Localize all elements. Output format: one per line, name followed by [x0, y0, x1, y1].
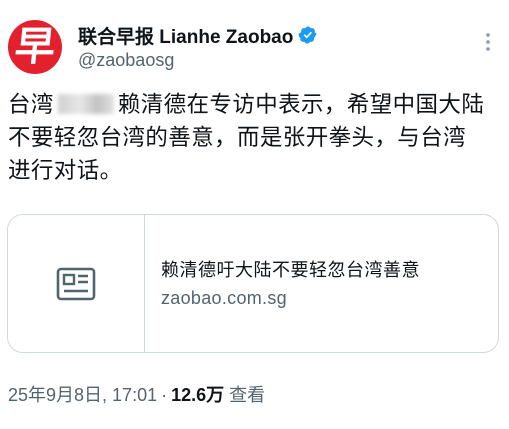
avatar[interactable]: 早 [8, 20, 62, 74]
tweet-text: 台湾 赖清德在专访中表示，希望中国大陆不要轻忽台湾的善意，而是张开拳头，与台湾进行… [8, 88, 488, 187]
avatar-logo: 早 [12, 23, 58, 70]
tweet-meta: 25年9月8日, 17:01 · 12.6万 查看 [8, 381, 265, 407]
author-handle[interactable]: @zaobaosg [78, 50, 174, 71]
tweet-timestamp[interactable]: 25年9月8日, 17:01 [8, 381, 157, 407]
meta-separator: · [161, 385, 168, 405]
link-card-body: 赖清德吁大陆不要轻忽台湾善意 zaobao.com.sg [145, 215, 420, 352]
link-card-title: 赖清德吁大陆不要轻忽台湾善意 [161, 260, 420, 280]
verified-badge-icon [298, 26, 317, 44]
author-name-row: 联合早报 Lianhe Zaobao [78, 22, 318, 48]
link-card[interactable]: 赖清德吁大陆不要轻忽台湾善意 zaobao.com.sg [7, 214, 499, 353]
redacted-blur [57, 94, 114, 114]
views-label: 查看 [229, 385, 266, 405]
link-card-domain: zaobao.com.sg [161, 288, 287, 308]
article-icon [56, 267, 96, 300]
link-card-thumbnail [8, 215, 145, 352]
tweet-text-part1: 台湾 [8, 92, 54, 117]
views-count: 12.6万 [171, 385, 225, 405]
more-options-icon[interactable] [480, 30, 496, 54]
author-display-name[interactable]: 联合早报 Lianhe Zaobao [78, 22, 293, 49]
